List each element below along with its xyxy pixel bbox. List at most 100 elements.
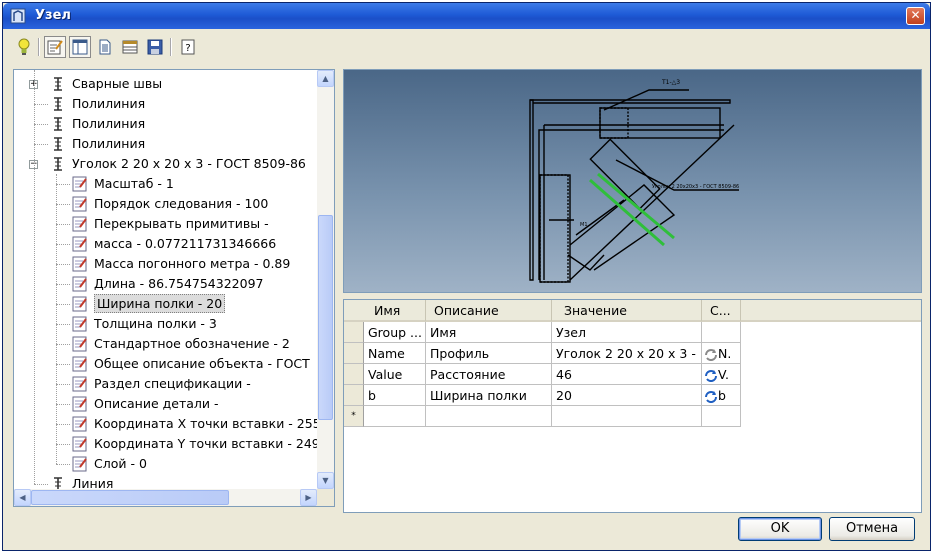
angle-icon bbox=[54, 157, 62, 171]
property-icon bbox=[72, 176, 87, 192]
new-row-cell[interactable] bbox=[426, 406, 552, 427]
refresh-gray-icon[interactable] bbox=[704, 348, 718, 362]
grid-cell-name[interactable]: Group ... bbox=[364, 322, 426, 343]
app-icon bbox=[10, 8, 26, 24]
save-icon[interactable] bbox=[144, 36, 166, 58]
document-icon[interactable] bbox=[94, 36, 116, 58]
tree-item[interactable]: Полилиния bbox=[14, 114, 317, 134]
grid-cell-c[interactable]: N. bbox=[702, 343, 741, 364]
grid-cell-c[interactable]: b bbox=[702, 385, 741, 406]
grid-cell-name[interactable]: Name bbox=[364, 343, 426, 364]
angle-label: Уголок 2 20x20x3 - ГОСТ 8509-86 bbox=[652, 184, 739, 190]
tree-item-label: Толщина полки - 3 bbox=[94, 316, 217, 331]
grid-cell-value[interactable]: Уголок 2 20 x 20 x 3 - bbox=[552, 343, 702, 364]
tree-item[interactable]: Ширина полки - 20 bbox=[14, 294, 317, 314]
tree-item[interactable]: − Уголок 2 20 x 20 x 3 - ГОСТ 8509-86 bbox=[14, 154, 317, 174]
tree-vertical-scrollbar[interactable]: ▲ ▼ bbox=[317, 70, 334, 489]
layout-icon[interactable] bbox=[69, 36, 91, 58]
grid-cell-c[interactable] bbox=[702, 322, 741, 343]
new-row-cell[interactable] bbox=[552, 406, 702, 427]
grid-cell-name[interactable]: Value bbox=[364, 364, 426, 385]
grid-cell-text: Имя bbox=[430, 325, 457, 340]
tree-item[interactable]: Полилиния bbox=[14, 134, 317, 154]
tree-item[interactable]: Масса погонного метра - 0.89 bbox=[14, 254, 317, 274]
grid-cell-text: Расстояние bbox=[430, 367, 506, 382]
property-icon bbox=[72, 216, 87, 232]
scroll-down-icon[interactable]: ▼ bbox=[317, 472, 334, 489]
row-header[interactable] bbox=[344, 364, 364, 385]
refresh-icon[interactable] bbox=[704, 390, 718, 404]
lightbulb-icon[interactable] bbox=[13, 36, 35, 58]
scroll-left-icon[interactable]: ◀ bbox=[14, 489, 31, 506]
tree-horizontal-scrollbar[interactable]: ◀ ▶ bbox=[14, 489, 317, 506]
refresh-icon[interactable] bbox=[704, 369, 718, 383]
grid-cell-value[interactable]: 20 bbox=[552, 385, 702, 406]
grid-cell-name[interactable]: b bbox=[364, 385, 426, 406]
tree-item[interactable]: Полилиния bbox=[14, 94, 317, 114]
row-header[interactable] bbox=[344, 322, 364, 343]
weld-label: Т1-△3 bbox=[661, 79, 680, 86]
ok-button[interactable]: OK bbox=[738, 517, 822, 541]
new-row-cell[interactable] bbox=[364, 406, 426, 427]
new-row-cell[interactable] bbox=[702, 406, 741, 427]
column-header-description[interactable]: Описание bbox=[426, 300, 552, 322]
property-icon bbox=[72, 356, 87, 372]
grid-cell-text: 20 bbox=[556, 388, 572, 403]
tree-item[interactable]: + Сварные швы bbox=[14, 74, 317, 94]
tree-item[interactable]: Слой - 0 bbox=[14, 454, 317, 474]
tree-item[interactable]: Длина - 86.754754322097 bbox=[14, 274, 317, 294]
column-header-value[interactable]: Значение bbox=[552, 300, 702, 322]
grid-cell-value[interactable]: Узел bbox=[552, 322, 702, 343]
property-icon bbox=[72, 456, 87, 472]
hscroll-thumb[interactable] bbox=[31, 490, 229, 505]
property-icon bbox=[72, 416, 87, 432]
tree-item[interactable]: Общее описание объекта - ГОСТ bbox=[14, 354, 317, 374]
svg-text:?: ? bbox=[185, 43, 190, 54]
tree-item-label: масса - 0.077211731346666 bbox=[94, 236, 277, 251]
polyline-icon bbox=[54, 117, 62, 131]
grid-cell-c[interactable]: V. bbox=[702, 364, 741, 385]
grid-cell-value[interactable]: 46 bbox=[552, 364, 702, 385]
tree-item[interactable]: Масштаб - 1 bbox=[14, 174, 317, 194]
grid-cell-desc[interactable]: Расстояние bbox=[426, 364, 552, 385]
title-bar[interactable]: Узел ✕ bbox=[3, 3, 930, 29]
properties-grid[interactable]: Имя Описание Значение С... Group ... Имя У… bbox=[343, 299, 922, 513]
grid-cell-desc[interactable]: Ширина полки bbox=[426, 385, 552, 406]
property-icon bbox=[72, 296, 87, 312]
tree-item[interactable]: масса - 0.077211731346666 bbox=[14, 234, 317, 254]
properties-icon[interactable] bbox=[44, 36, 66, 58]
column-header-name[interactable]: Имя bbox=[364, 300, 426, 322]
scroll-thumb[interactable] bbox=[318, 215, 333, 420]
property-icon bbox=[72, 316, 87, 332]
node-drawing: Т1-△3 Уголок 2 20x20x3 - ГОСТ 8509-86 М1 bbox=[529, 79, 739, 283]
new-row-marker[interactable]: * bbox=[344, 406, 364, 427]
row-header[interactable] bbox=[344, 385, 364, 406]
grid-cell-text: Group ... bbox=[368, 325, 422, 340]
scroll-right-icon[interactable]: ▶ bbox=[300, 489, 317, 506]
table-icon[interactable] bbox=[119, 36, 141, 58]
help-icon[interactable]: ? bbox=[177, 36, 199, 58]
tree-item[interactable]: Координата Y точки вставки - 249 bbox=[14, 434, 320, 454]
tree-item-label: Координата Y точки вставки - 249 bbox=[94, 436, 320, 451]
scroll-up-icon[interactable]: ▲ bbox=[317, 70, 334, 87]
drawing-preview[interactable]: Т1-△3 Уголок 2 20x20x3 - ГОСТ 8509-86 М1 bbox=[343, 69, 922, 293]
tree-item[interactable]: Координата X точки вставки - 255 bbox=[14, 414, 321, 434]
grid-cell-text: Ширина полки bbox=[430, 388, 527, 403]
cancel-button[interactable]: Отмена bbox=[829, 517, 915, 541]
close-button[interactable]: ✕ bbox=[906, 7, 925, 25]
tree-item[interactable]: Раздел спецификации - bbox=[14, 374, 317, 394]
row-header[interactable] bbox=[344, 343, 364, 364]
tree-item[interactable]: Порядок следования - 100 bbox=[14, 194, 317, 214]
tree-item-label: Раздел спецификации - bbox=[94, 376, 251, 391]
grid-cell-text: Name bbox=[368, 346, 405, 361]
tree-item-label: Полилиния bbox=[72, 136, 146, 151]
tree-item[interactable]: Стандартное обозначение - 2 bbox=[14, 334, 317, 354]
grid-cell-desc[interactable]: Имя bbox=[426, 322, 552, 343]
column-header-c[interactable]: С... bbox=[702, 300, 741, 322]
tree-item[interactable]: Перекрывать примитивы - bbox=[14, 214, 317, 234]
object-tree[interactable]: + Сварные швы Полилиния Полилиния Полилиния −… bbox=[13, 69, 335, 507]
tree-item[interactable]: Описание детали - bbox=[14, 394, 317, 414]
grid-cell-desc[interactable]: Профиль bbox=[426, 343, 552, 364]
tree-item[interactable]: Толщина полки - 3 bbox=[14, 314, 317, 334]
grid-cell-text: b bbox=[718, 388, 726, 403]
